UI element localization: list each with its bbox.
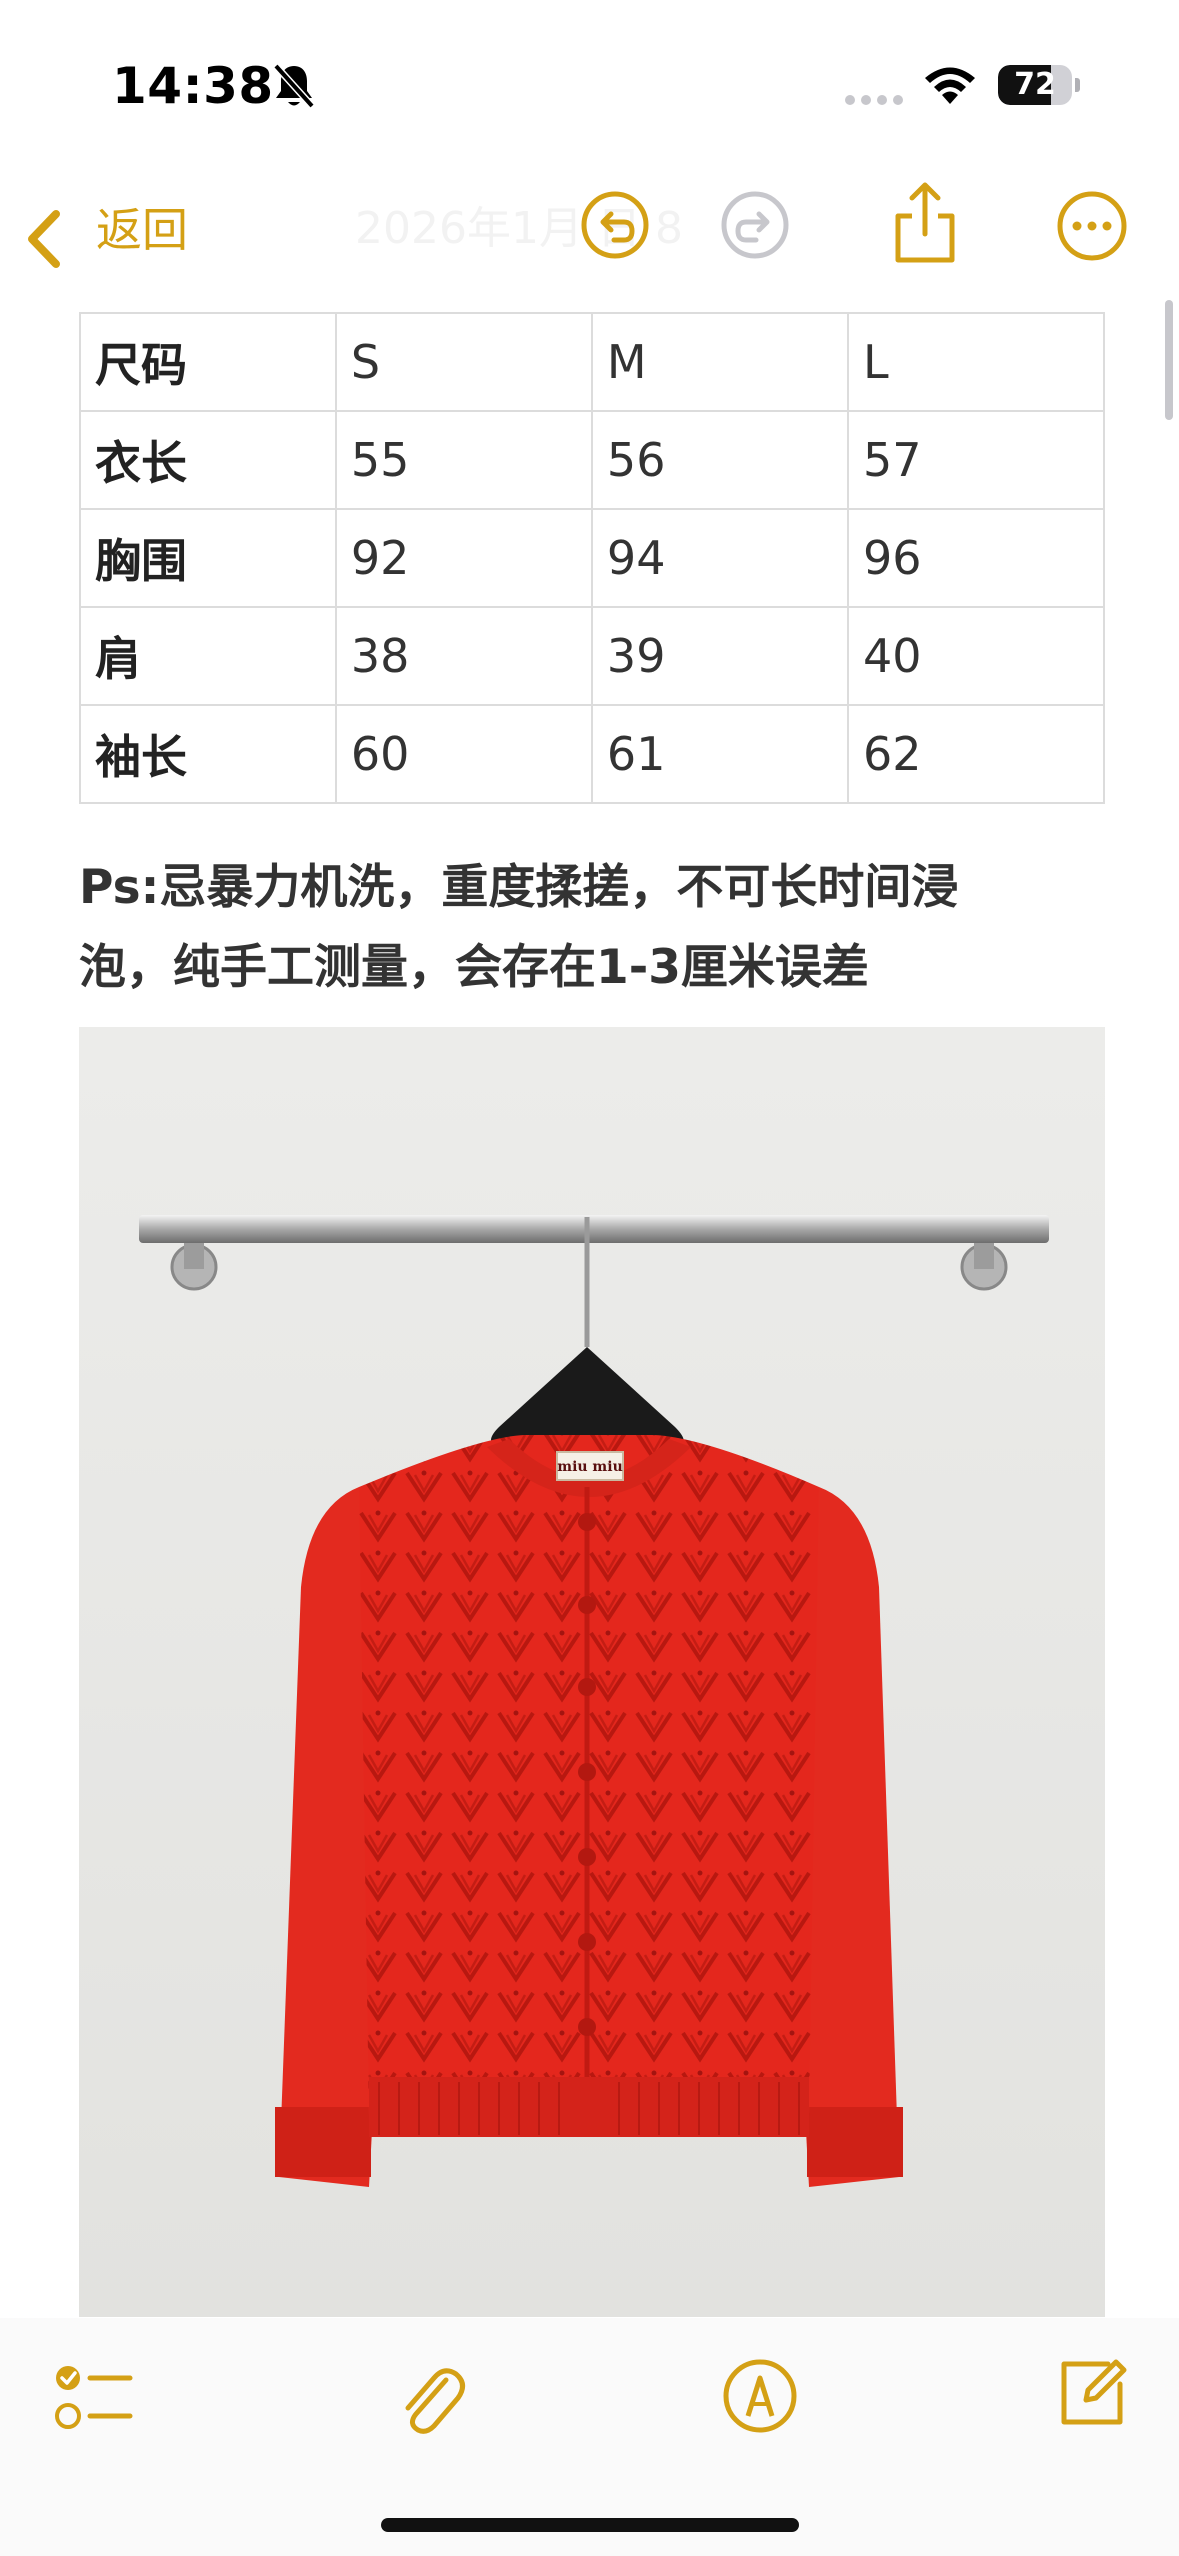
garment-label: miu miu — [557, 1459, 623, 1475]
table-cell: 92 — [334, 508, 593, 608]
product-photo[interactable]: miu miu — [79, 1027, 1105, 2317]
battery-icon: 72 — [998, 65, 1080, 105]
battery-cap — [1075, 78, 1080, 92]
table-row: 袖长 60 61 62 — [79, 704, 1106, 804]
table-row: 肩 38 39 40 — [79, 606, 1106, 706]
home-indicator[interactable] — [381, 2518, 799, 2532]
table-cell: 肩 — [79, 606, 337, 706]
nav-bar: 返回 2026年1月 日 8 — [0, 160, 1179, 300]
back-button[interactable]: 返回 — [22, 190, 212, 270]
table-cell: 56 — [590, 410, 849, 510]
note-line: 泡，纯手工测量，会存在1-3厘米误差 — [79, 940, 869, 995]
table-cell: 55 — [334, 410, 593, 510]
table-cell: 39 — [590, 606, 849, 706]
paperclip-icon[interactable] — [394, 2358, 466, 2438]
compose-icon[interactable] — [1056, 2356, 1128, 2428]
hem-rib — [369, 2077, 809, 2137]
table-cell: 94 — [590, 508, 849, 608]
table-cell: 57 — [846, 410, 1106, 510]
table-cell: 胸围 — [79, 508, 337, 608]
note-line: Ps:忌暴力机洗，重度揉搓，不可长时间浸 — [79, 860, 959, 915]
markup-pen-icon[interactable] — [722, 2358, 798, 2434]
table-cell: M — [590, 312, 849, 412]
redo-icon[interactable] — [720, 190, 790, 260]
table-cell: 尺码 — [79, 312, 337, 412]
table-cell: 60 — [334, 704, 593, 804]
back-label: 返回 — [96, 203, 188, 257]
status-bar: 14:38 72 — [0, 0, 1179, 160]
table-cell: L — [846, 312, 1106, 412]
share-icon[interactable] — [890, 180, 960, 264]
table-cell: 40 — [846, 606, 1106, 706]
table-row: 尺码 S M L — [79, 312, 1106, 412]
table-cell: 61 — [590, 704, 849, 804]
status-time: 14:38 — [112, 57, 274, 115]
table-cell: 62 — [846, 704, 1106, 804]
table-cell: S — [334, 312, 593, 412]
bell-slash-icon — [273, 63, 315, 109]
checklist-icon[interactable] — [54, 2362, 134, 2434]
scroll-indicator[interactable] — [1165, 300, 1173, 420]
size-table: 尺码 S M L 衣长 55 56 57 胸围 92 94 96 肩 38 39 — [79, 312, 1106, 804]
chevron-left-icon — [28, 210, 60, 268]
clothes-rail — [139, 1215, 1049, 1243]
notes-screen: 14:38 72 返回 2026年1月 日 8 尺码 S M L 衣长 55 5… — [0, 0, 1179, 2556]
more-icon[interactable] — [1056, 190, 1128, 262]
cellular-signal-icon — [845, 95, 903, 105]
table-cell: 袖长 — [79, 704, 337, 804]
table-row: 衣长 55 56 57 — [79, 410, 1106, 510]
undo-icon[interactable] — [580, 190, 650, 260]
table-cell: 96 — [846, 508, 1106, 608]
note-text[interactable]: Ps:忌暴力机洗，重度揉搓，不可长时间浸 泡，纯手工测量，会存在1-3厘米误差 — [79, 848, 1109, 1008]
table-cell: 衣长 — [79, 410, 337, 510]
wifi-icon — [925, 67, 975, 104]
table-cell: 38 — [334, 606, 593, 706]
cardigan-photo-illustration: miu miu — [79, 1027, 1105, 2317]
battery-level: 72 — [1014, 67, 1056, 102]
bottom-toolbar — [0, 2318, 1179, 2556]
battery-body: 72 — [998, 65, 1072, 105]
table-row: 胸围 92 94 96 — [79, 508, 1106, 608]
